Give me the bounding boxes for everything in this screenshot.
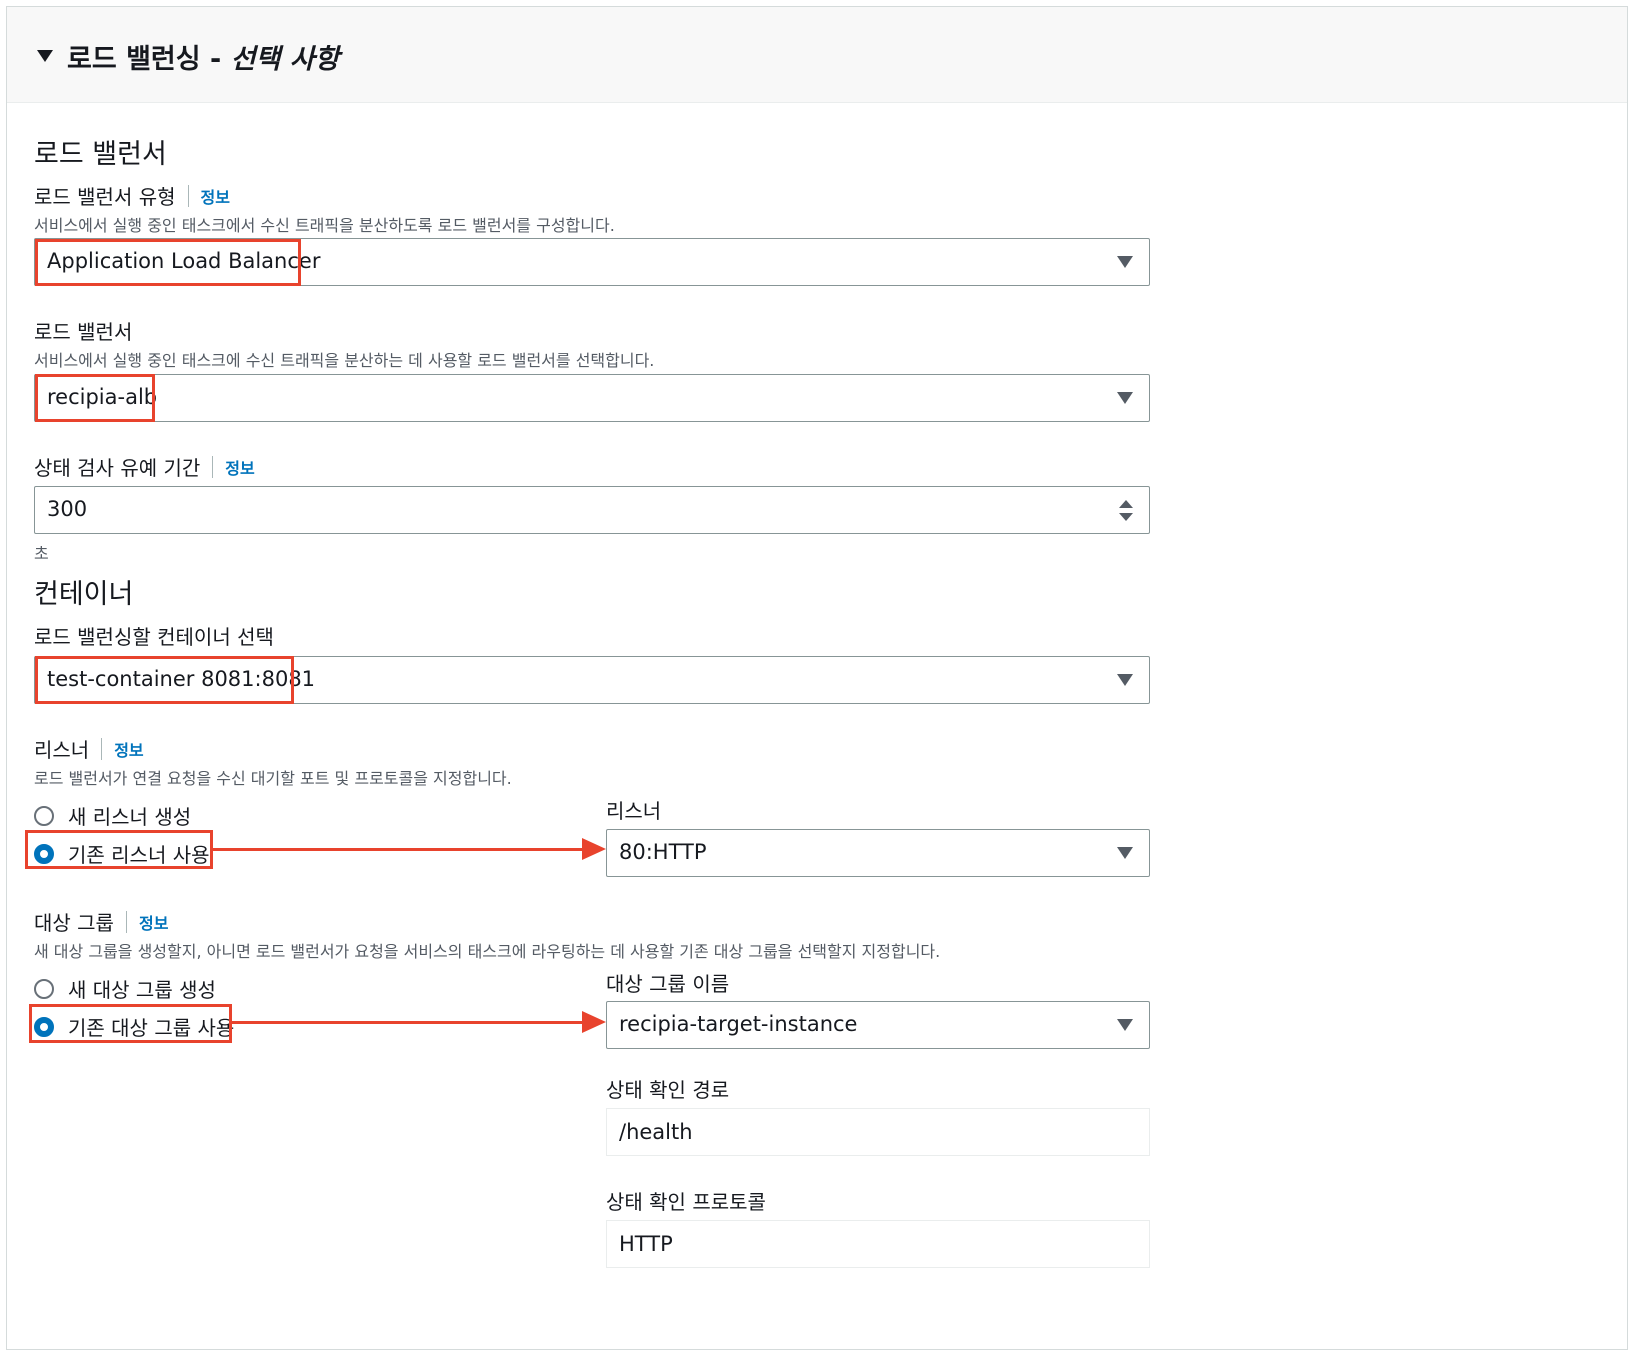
grace-info-link[interactable]: 정보 [225,455,254,479]
highlight-box [35,656,294,704]
highlight-box [25,830,213,869]
lb-select[interactable]: recipia-alb [34,374,1150,422]
panel-header[interactable]: 로드 밸런싱 - 선택 사항 [7,7,1627,103]
listener-label-row: 리스너 정보 [34,734,144,763]
target-group-name-select[interactable]: recipia-target-instance [606,1001,1150,1049]
info-divider [125,910,127,933]
dropdown-arrow-icon [1117,1019,1133,1031]
lb-type-info-link[interactable]: 정보 [201,184,230,208]
info-divider [101,737,103,760]
lb-label: 로드 밸런서 [34,320,133,344]
section-heading-container: 컨테이너 [34,579,134,610]
listener-label: 리스너 [34,738,90,762]
target-group-label: 대상 그룹 [34,911,114,935]
listener-description: 로드 밸런서가 연결 요청을 수신 대기할 포트 및 프로토콜을 지정합니다. [34,769,512,788]
dropdown-arrow-icon [1117,256,1133,268]
annotation-arrow-line [232,1021,585,1024]
dropdown-arrow-icon [1117,847,1133,859]
health-protocol-field: HTTP [606,1220,1150,1268]
radio-new-listener[interactable]: 새 리스너 생성 [34,801,191,830]
lb-type-label: 로드 밸런서 유형 [34,185,176,209]
dropdown-arrow-icon [1117,392,1133,404]
listener-select-label: 리스너 [606,799,662,823]
listener-value: 80:HTTP [619,840,707,864]
target-group-name-label: 대상 그룹 이름 [606,972,730,996]
number-stepper-icon[interactable] [1117,500,1135,522]
highlight-box [35,239,301,286]
radio-new-target-group[interactable]: 새 대상 그룹 생성 [34,974,216,1003]
grace-period-label: 상태 검사 유예 기간 [34,456,201,480]
target-group-label-row: 대상 그룹 정보 [34,907,168,936]
section-heading-load-balancer: 로드 밸런서 [34,139,167,170]
radio-label: 새 대상 그룹 생성 [68,978,216,1002]
lb-type-description: 서비스에서 실행 중인 태스크에서 수신 트래픽을 분산하도록 로드 밸런서를 … [34,216,615,235]
radio-icon[interactable] [34,978,54,999]
target-group-description: 새 대상 그룹을 생성할지, 아니면 로드 밸런서가 요청을 서비스의 태스크에… [34,942,941,961]
listener-select[interactable]: 80:HTTP [606,829,1150,877]
health-protocol-value: HTTP [619,1232,673,1256]
dropdown-arrow-icon [1117,674,1133,686]
health-path-field: /health [606,1108,1150,1156]
highlight-box [29,1004,232,1043]
panel-title: 로드 밸런싱 - 선택 사항 [67,44,340,75]
target-group-info-link[interactable]: 정보 [139,910,168,934]
highlight-box [35,374,155,422]
info-divider [187,184,189,207]
annotation-arrow-head-icon [582,1011,606,1033]
radio-label: 새 리스너 생성 [68,805,192,829]
grace-period-unit: 초 [34,544,49,563]
annotation-arrow-head-icon [582,838,606,860]
grace-period-input[interactable]: 300 [34,486,1150,534]
grace-period-value: 300 [47,497,88,521]
annotation-arrow-line [213,848,585,851]
target-group-name-value: recipia-target-instance [619,1012,858,1036]
info-divider [212,455,214,478]
listener-info-link[interactable]: 정보 [114,737,143,761]
health-path-label: 상태 확인 경로 [606,1078,730,1102]
caret-down-icon[interactable] [37,50,53,62]
lb-type-label-row: 로드 밸런서 유형 정보 [34,181,230,210]
lb-description: 서비스에서 실행 중인 태스크에 수신 트래픽을 분산하는 데 사용할 로드 밸… [34,351,655,370]
health-protocol-label: 상태 확인 프로토콜 [606,1190,766,1214]
container-select-label: 로드 밸런싱할 컨테이너 선택 [34,625,274,649]
health-path-value: /health [619,1120,693,1144]
grace-label-row: 상태 검사 유예 기간 정보 [34,452,255,481]
radio-icon[interactable] [34,805,54,826]
